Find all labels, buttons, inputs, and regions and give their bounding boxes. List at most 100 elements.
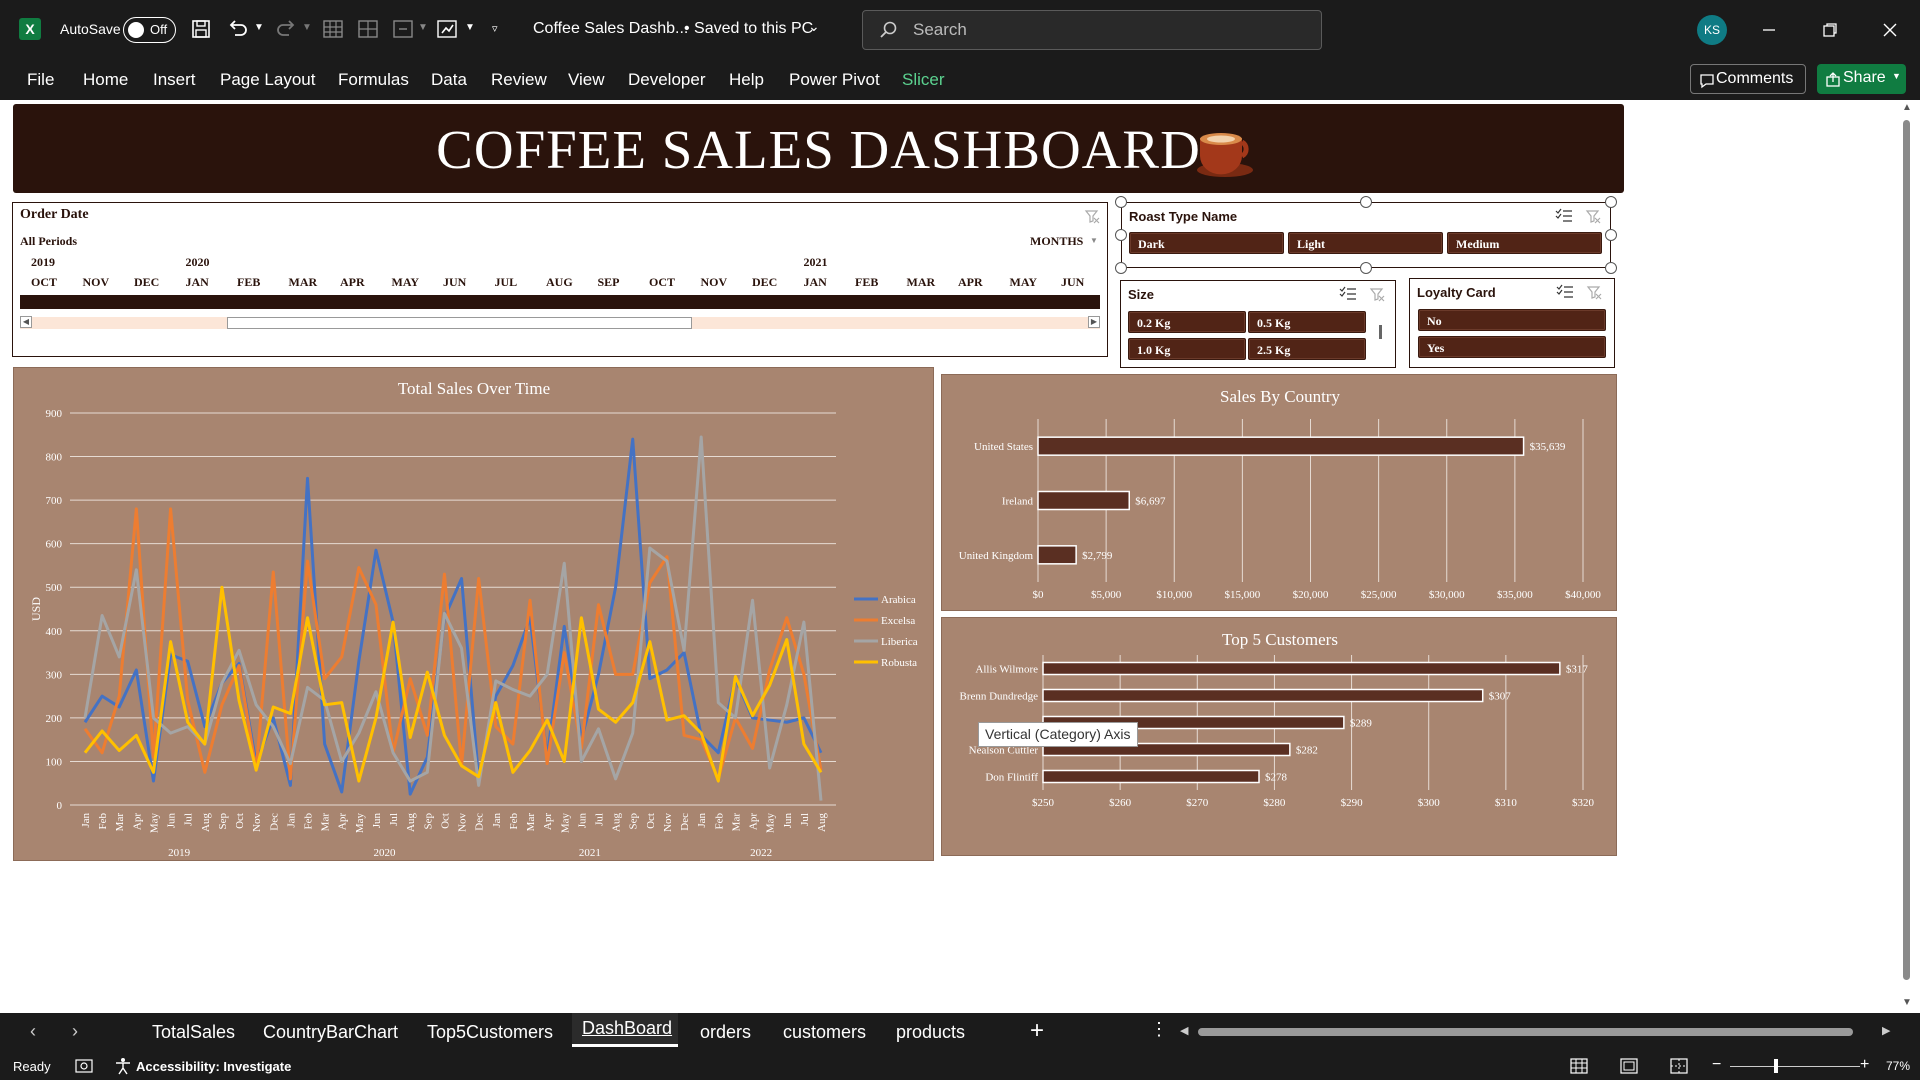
time-unit-dropdown-icon[interactable]: ▼ bbox=[1090, 236, 1098, 245]
slicer-item-1-0kg[interactable]: 1.0 Kg bbox=[1128, 338, 1246, 360]
insert-cells-icon[interactable] bbox=[358, 19, 378, 39]
timeline-month-label[interactable]: MAY bbox=[1010, 275, 1038, 290]
user-avatar[interactable]: KS bbox=[1697, 15, 1727, 45]
resize-handle[interactable] bbox=[1605, 262, 1617, 274]
redo-dropdown-icon[interactable]: ▼ bbox=[302, 22, 312, 33]
vertical-scroll-thumb[interactable] bbox=[1903, 120, 1910, 980]
resize-handle[interactable] bbox=[1115, 262, 1127, 274]
timeline-month-label[interactable]: AUG bbox=[546, 275, 573, 290]
timeline-month-label[interactable]: NOV bbox=[83, 275, 110, 290]
sheet-tab-customers[interactable]: customers bbox=[783, 1022, 866, 1043]
horizontal-scroll-thumb[interactable] bbox=[1198, 1028, 1853, 1036]
clear-filter-icon[interactable] bbox=[1369, 286, 1385, 302]
timeline-month-label[interactable]: DEC bbox=[752, 275, 777, 290]
roast-type-slicer[interactable]: Roast Type Name Dark Light Medium bbox=[1121, 202, 1611, 268]
page-layout-view-icon[interactable] bbox=[1620, 1058, 1638, 1074]
redo-icon[interactable] bbox=[275, 19, 297, 39]
timeline-month-label[interactable]: JAN bbox=[186, 275, 209, 290]
tab-slicer[interactable]: Slicer bbox=[902, 70, 945, 90]
scroll-up-icon[interactable]: ▲ bbox=[1902, 102, 1912, 113]
slicer-item-0-2kg[interactable]: 0.2 Kg bbox=[1128, 311, 1246, 333]
tab-insert[interactable]: Insert bbox=[153, 70, 196, 90]
resize-handle[interactable] bbox=[1605, 196, 1617, 208]
format-painter-icon[interactable] bbox=[437, 19, 459, 39]
sheet-tab-countrybarchart[interactable]: CountryBarChart bbox=[263, 1022, 398, 1043]
autosave-toggle[interactable]: Off bbox=[123, 17, 176, 43]
tab-power-pivot[interactable]: Power Pivot bbox=[789, 70, 880, 90]
time-unit-label[interactable]: MONTHS bbox=[1030, 234, 1083, 249]
slicer-item-no[interactable]: No bbox=[1418, 309, 1606, 331]
timeline-month-label[interactable]: JUN bbox=[1061, 275, 1084, 290]
multi-select-icon[interactable] bbox=[1339, 286, 1357, 302]
sales-by-country-chart[interactable]: Sales By Country $0 $5,000 $10,000 $15,000 $2… bbox=[941, 374, 1617, 611]
resize-handle[interactable] bbox=[1360, 262, 1372, 274]
add-sheet-icon[interactable]: + bbox=[1030, 1017, 1044, 1045]
resize-handle[interactable] bbox=[1115, 196, 1127, 208]
slicer-item-medium[interactable]: Medium bbox=[1447, 232, 1602, 254]
undo-icon[interactable] bbox=[227, 19, 249, 39]
share-button[interactable]: Share ▼ bbox=[1817, 64, 1906, 94]
timeline-month-label[interactable]: MAY bbox=[392, 275, 420, 290]
scroll-down-icon[interactable]: ▼ bbox=[1902, 997, 1912, 1008]
save-status-chevron-icon[interactable]: ⌄ bbox=[808, 18, 820, 35]
scroll-right-icon[interactable]: ▶ bbox=[1088, 316, 1100, 328]
timeline-month-label[interactable]: DEC bbox=[134, 275, 159, 290]
zoom-in-icon[interactable]: + bbox=[1860, 1056, 1869, 1074]
tab-data[interactable]: Data bbox=[431, 70, 467, 90]
clear-filter-icon[interactable] bbox=[1585, 208, 1601, 224]
timeline-month-label[interactable]: NOV bbox=[701, 275, 728, 290]
zoom-slider[interactable] bbox=[1730, 1059, 1860, 1073]
slicer-item-2-5kg[interactable]: 2.5 Kg bbox=[1248, 338, 1366, 360]
more-options-icon[interactable]: ⋮ bbox=[1150, 1019, 1168, 1040]
timeline-scroll-thumb[interactable] bbox=[227, 317, 692, 329]
multi-select-icon[interactable] bbox=[1555, 208, 1573, 224]
timeline-month-label[interactable]: MAR bbox=[289, 275, 318, 290]
zoom-out-icon[interactable]: − bbox=[1712, 1056, 1721, 1074]
timeline-scrollbar[interactable]: ◀ ▶ bbox=[20, 316, 1100, 329]
loyalty-card-slicer[interactable]: Loyalty Card No Yes bbox=[1409, 278, 1615, 368]
comments-button[interactable]: Comments bbox=[1690, 64, 1806, 94]
timeline-month-label[interactable]: FEB bbox=[855, 275, 878, 290]
clear-filter-icon[interactable] bbox=[1084, 208, 1100, 224]
accessibility-status[interactable]: Accessibility: Investigate bbox=[136, 1059, 291, 1074]
slicer-item-dark[interactable]: Dark bbox=[1129, 232, 1284, 254]
tab-review[interactable]: Review bbox=[491, 70, 547, 90]
slicer-item-light[interactable]: Light bbox=[1288, 232, 1443, 254]
save-status[interactable]: • Saved to this PC bbox=[684, 20, 813, 38]
sheet-tab-top5customers[interactable]: Top5Customers bbox=[427, 1022, 553, 1043]
hscroll-right-icon[interactable]: ▶ bbox=[1882, 1024, 1890, 1037]
resize-handle[interactable] bbox=[1115, 229, 1127, 241]
slicer-item-0-5kg[interactable]: 0.5 Kg bbox=[1248, 311, 1366, 333]
timeline-month-label[interactable]: OCT bbox=[31, 275, 57, 290]
prev-sheet-icon[interactable]: ‹ bbox=[30, 1021, 36, 1042]
save-icon[interactable] bbox=[191, 19, 211, 39]
tab-home[interactable]: Home bbox=[83, 70, 128, 90]
sheet-tab-products[interactable]: products bbox=[896, 1022, 965, 1043]
restore-icon[interactable] bbox=[1822, 22, 1838, 38]
accessibility-icon[interactable] bbox=[114, 1057, 132, 1075]
format-dropdown-icon[interactable]: ▼ bbox=[465, 22, 475, 33]
close-icon[interactable] bbox=[1882, 22, 1898, 38]
zoom-level[interactable]: 77% bbox=[1886, 1059, 1910, 1073]
timeline-month-label[interactable]: FEB bbox=[237, 275, 260, 290]
resize-handle[interactable] bbox=[1360, 196, 1372, 208]
sheet-tab-orders[interactable]: orders bbox=[700, 1022, 751, 1043]
resize-handle[interactable] bbox=[1605, 229, 1617, 241]
timeline-month-label[interactable]: MAR bbox=[907, 275, 936, 290]
document-title[interactable]: Coffee Sales Dashb... bbox=[533, 20, 688, 38]
tab-formulas[interactable]: Formulas bbox=[338, 70, 409, 90]
zoom-slider-thumb[interactable] bbox=[1774, 1059, 1778, 1073]
tab-help[interactable]: Help bbox=[729, 70, 764, 90]
page-break-view-icon[interactable] bbox=[1670, 1058, 1688, 1074]
sheet-tab-dashboard[interactable]: DashBoard bbox=[582, 1018, 672, 1039]
timeline-month-label[interactable]: JUN bbox=[443, 275, 466, 290]
sheet-tab-totalsales[interactable]: TotalSales bbox=[152, 1022, 235, 1043]
hscroll-left-icon[interactable]: ◀ bbox=[1180, 1024, 1188, 1037]
timeline-month-label[interactable]: APR bbox=[958, 275, 983, 290]
tab-developer[interactable]: Developer bbox=[628, 70, 706, 90]
merge-dropdown-icon[interactable]: ▼ bbox=[418, 22, 428, 33]
search-box[interactable]: Search bbox=[862, 10, 1322, 50]
timeline-month-label[interactable]: JAN bbox=[804, 275, 827, 290]
undo-dropdown-icon[interactable]: ▼ bbox=[254, 22, 264, 33]
timeline-month-label[interactable]: JUL bbox=[495, 275, 518, 290]
